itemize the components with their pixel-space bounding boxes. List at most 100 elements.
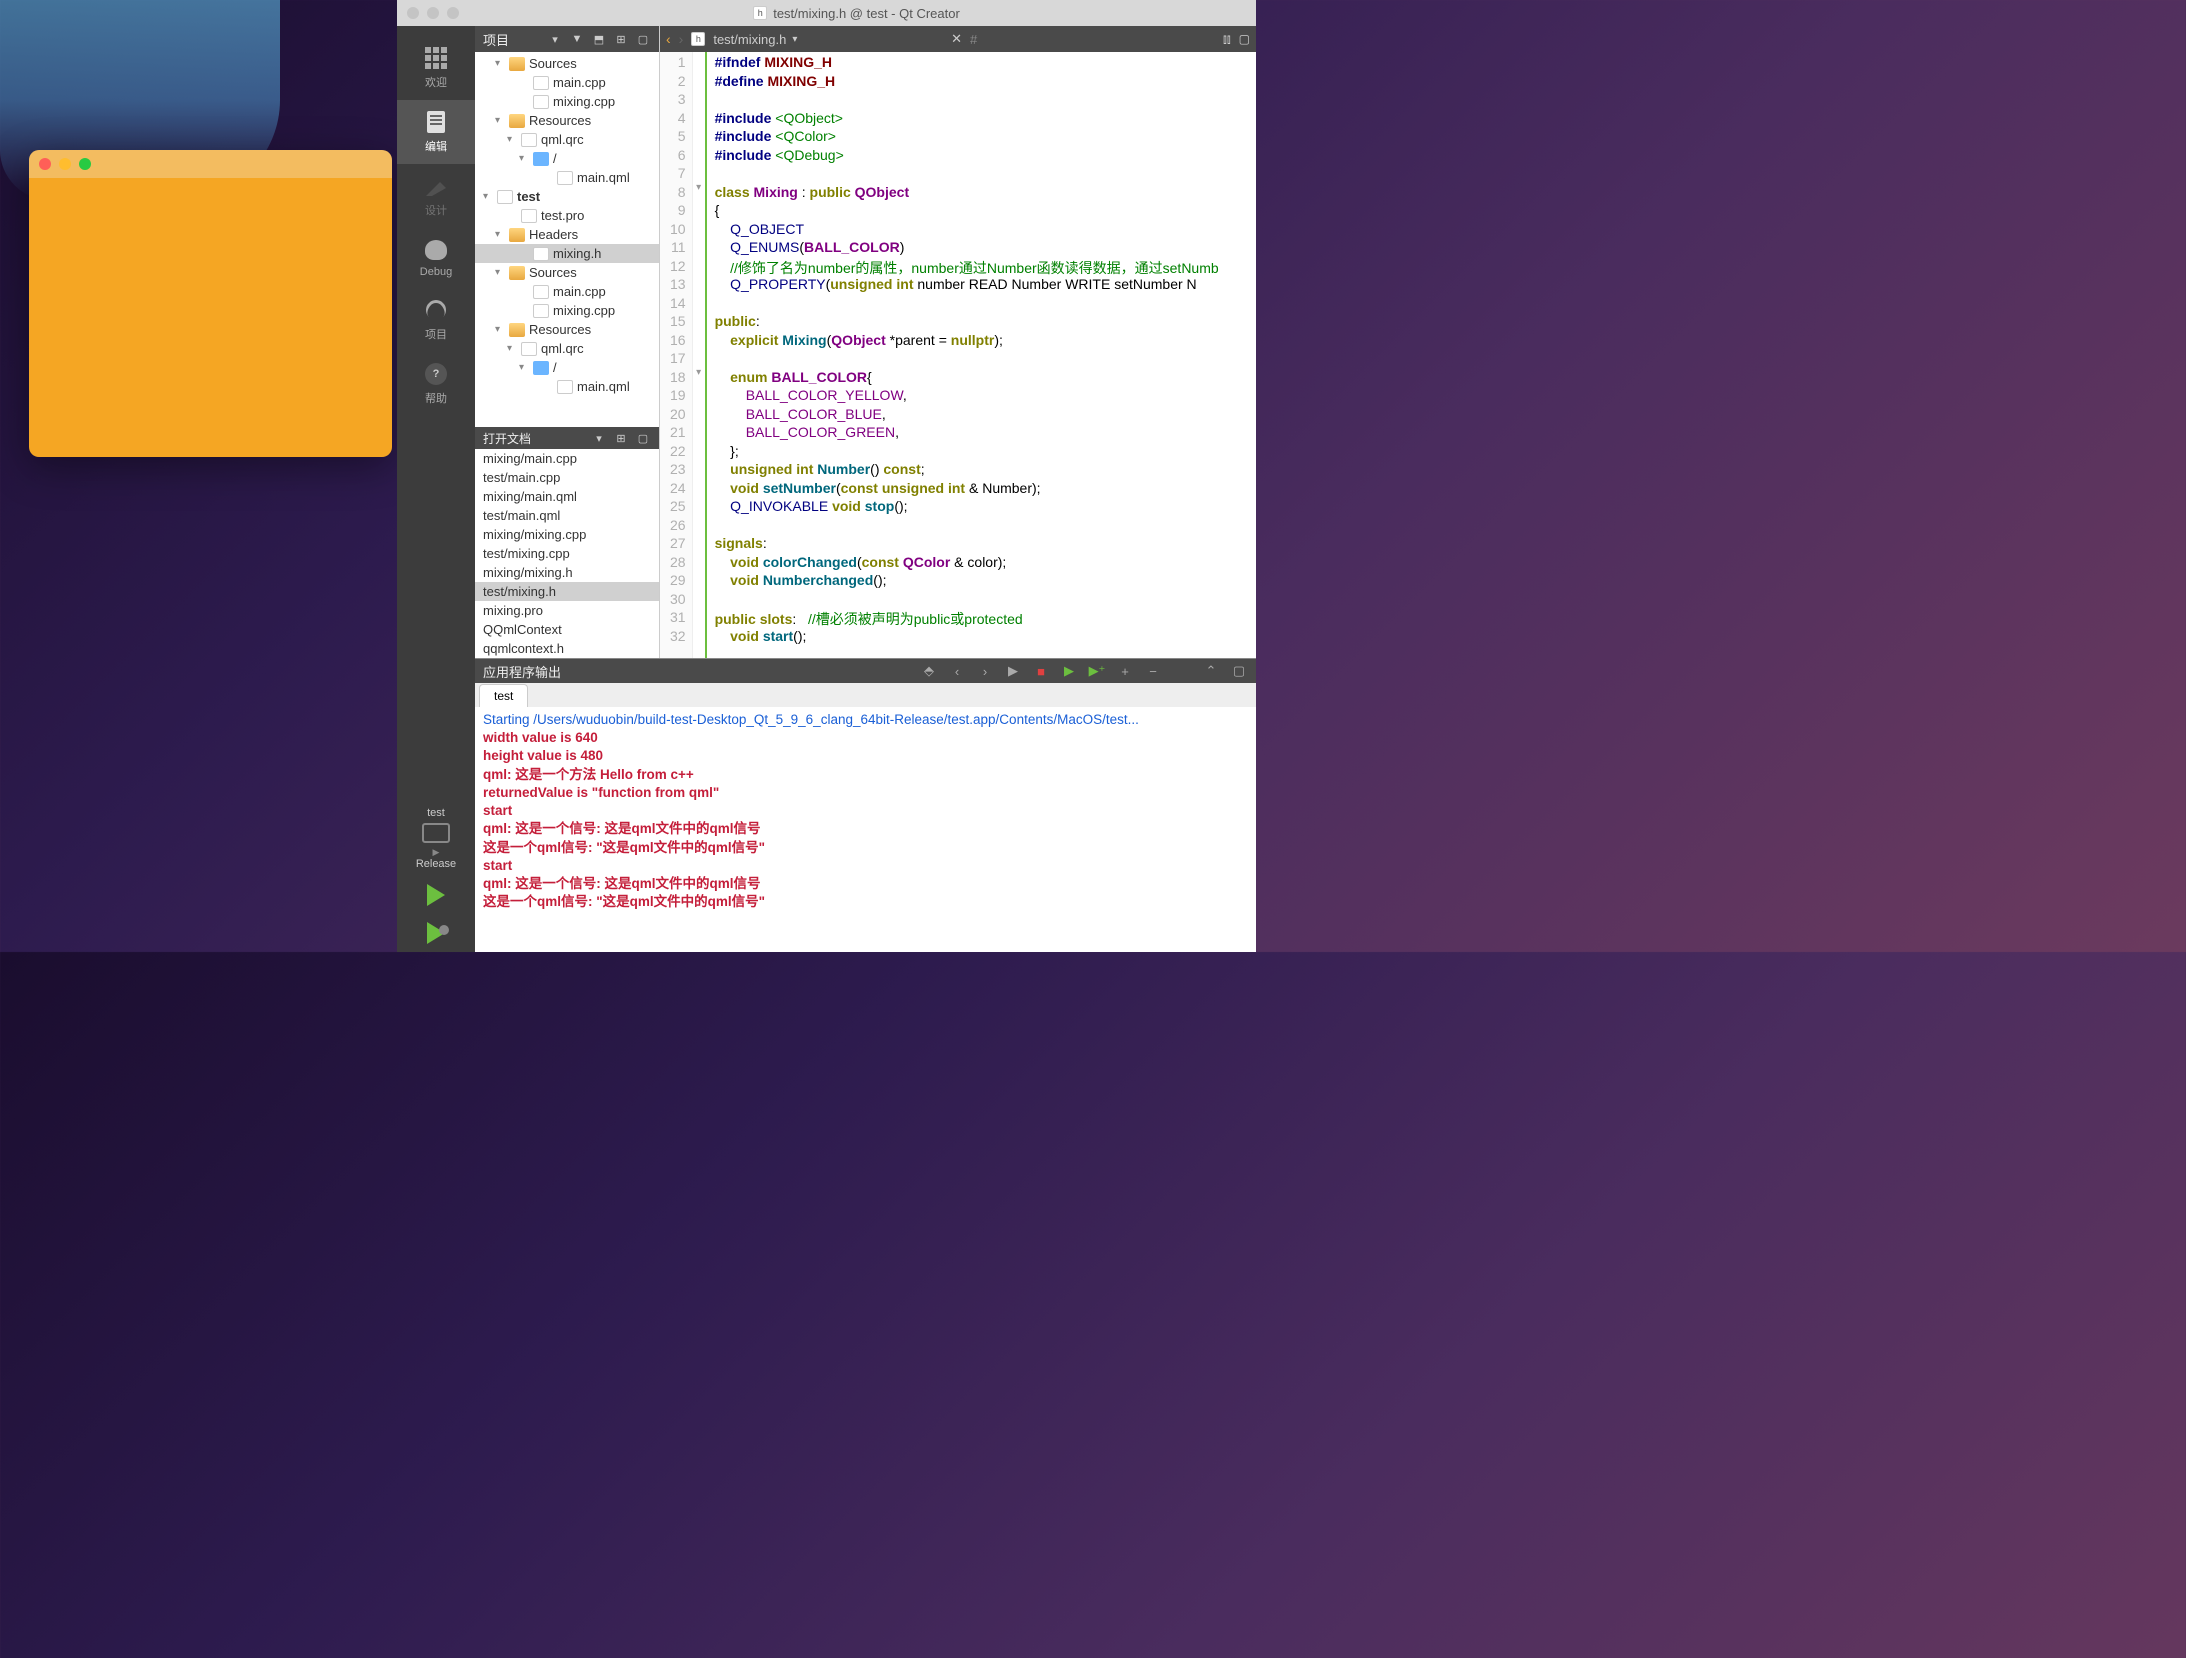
minimize-icon[interactable] xyxy=(427,7,439,19)
output-tabs: test xyxy=(475,683,1256,707)
tree-item[interactable]: ▾Sources xyxy=(475,263,659,282)
run-debug-icon[interactable]: ▶⁺ xyxy=(1088,662,1106,680)
tree-item[interactable]: ▾Resources xyxy=(475,111,659,130)
pin-icon[interactable]: ⬘ xyxy=(920,662,938,680)
open-doc-item[interactable]: mixing/main.qml xyxy=(475,487,659,506)
tree-item[interactable]: mixing.h xyxy=(475,244,659,263)
open-doc-item[interactable]: mixing/main.cpp xyxy=(475,449,659,468)
close-split-icon[interactable]: ▢ xyxy=(1239,32,1250,46)
nav-forward-icon[interactable]: › xyxy=(679,31,684,47)
zoom-icon[interactable] xyxy=(79,158,91,170)
tree-item[interactable]: mixing.cpp xyxy=(475,92,659,111)
mode-label: 帮助 xyxy=(425,390,447,406)
run-button[interactable] xyxy=(427,876,445,914)
remove-icon[interactable]: − xyxy=(1144,662,1162,680)
kit-name: test xyxy=(416,807,456,819)
open-doc-item[interactable]: mixing/mixing.h xyxy=(475,563,659,582)
output-pane: 应用程序输出 ⬘ ‹ › ▶ ■ ▶ ▶⁺ + − ⌃ ▢ test xyxy=(475,658,1256,952)
mode-design[interactable]: 设计 xyxy=(397,164,475,228)
split-icon[interactable]: ⊞ xyxy=(613,430,629,446)
tree-item[interactable]: ▾Headers xyxy=(475,225,659,244)
maximize-icon[interactable]: ▢ xyxy=(1230,662,1248,680)
stop-icon[interactable]: ■ xyxy=(1032,662,1050,680)
nav-back-icon[interactable]: ‹ xyxy=(666,31,671,47)
close-icon[interactable] xyxy=(407,7,419,19)
tree-item[interactable]: ▾/ xyxy=(475,358,659,377)
document-icon xyxy=(427,111,445,133)
tree-item[interactable]: main.cpp xyxy=(475,73,659,92)
filter-icon[interactable]: ▼ xyxy=(569,31,585,47)
tree-item[interactable]: mixing.cpp xyxy=(475,301,659,320)
open-doc-item[interactable]: QQmlContext xyxy=(475,620,659,639)
mode-label: 欢迎 xyxy=(425,74,447,90)
project-tree[interactable]: ▾Sourcesmain.cppmixing.cpp▾Resources▾qml… xyxy=(475,52,659,427)
symbol-selector[interactable]: # xyxy=(970,32,977,47)
kit-selector[interactable]: test ▶ Release xyxy=(416,801,456,876)
close-panel-icon[interactable]: ▢ xyxy=(635,31,651,47)
open-doc-item[interactable]: test/mixing.cpp xyxy=(475,544,659,563)
mode-label: 编辑 xyxy=(425,138,447,154)
zoom-icon[interactable] xyxy=(447,7,459,19)
project-panel: 项目 ▾ ▼ ⬒ ⊞ ▢ ▾Sourcesmain.cppmixing.cpp▾… xyxy=(475,26,660,658)
mode-help[interactable]: ? 帮助 xyxy=(397,352,475,416)
close-panel-icon[interactable]: ▢ xyxy=(635,430,651,446)
debug-run-button[interactable] xyxy=(427,914,445,952)
add-icon[interactable]: + xyxy=(1116,662,1134,680)
open-docs-title: 打开文档 xyxy=(483,430,531,447)
window-title: h test/mixing.h @ test - Qt Creator xyxy=(467,6,1246,21)
help-icon: ? xyxy=(425,363,447,385)
collapse-icon[interactable]: ⌃ xyxy=(1202,662,1220,680)
code-content[interactable]: #ifndef MIXING_H#define MIXING_H#include… xyxy=(707,52,1227,658)
mode-label: Debug xyxy=(420,266,452,278)
tree-item[interactable]: ▾qml.qrc xyxy=(475,339,659,358)
output-body[interactable]: Starting /Users/wuduobin/build-test-Desk… xyxy=(475,707,1256,952)
run-icon[interactable]: ▶ xyxy=(1060,662,1078,680)
mode-welcome[interactable]: 欢迎 xyxy=(397,36,475,100)
tree-item[interactable]: ▾Resources xyxy=(475,320,659,339)
play-bug-icon xyxy=(427,922,445,944)
open-doc-item[interactable]: test/main.cpp xyxy=(475,468,659,487)
editor-area: ‹ › h test/mixing.h ▾ ✕ # ⫾⫾ ▢ xyxy=(660,26,1256,658)
file-path-selector[interactable]: test/mixing.h ▾ xyxy=(713,32,943,47)
tree-item[interactable]: ▾test xyxy=(475,187,659,206)
minimize-icon[interactable] xyxy=(59,158,71,170)
mode-debug[interactable]: Debug xyxy=(397,228,475,288)
mode-label: 设计 xyxy=(425,202,447,218)
rerun-icon[interactable]: ▶ xyxy=(1004,662,1022,680)
tree-item[interactable]: main.cpp xyxy=(475,282,659,301)
link-icon[interactable]: ⬒ xyxy=(591,31,607,47)
mode-project[interactable]: 项目 xyxy=(397,288,475,352)
tree-item[interactable]: test.pro xyxy=(475,206,659,225)
project-panel-title: 项目 xyxy=(483,30,509,49)
close-icon[interactable] xyxy=(39,158,51,170)
tree-item[interactable]: ▾Sources xyxy=(475,54,659,73)
code-editor[interactable]: 1234567891011121314151617181920212223242… xyxy=(660,52,1256,658)
mode-bar: 欢迎 编辑 设计 Debug 项目 ? 帮助 xyxy=(397,26,475,952)
open-doc-item[interactable]: test/mixing.h xyxy=(475,582,659,601)
split-icon[interactable]: ⊞ xyxy=(613,31,629,47)
qtc-titlebar[interactable]: h test/mixing.h @ test - Qt Creator xyxy=(397,0,1256,26)
window-title-text: test/mixing.h @ test - Qt Creator xyxy=(773,6,960,21)
pencil-icon xyxy=(426,176,446,196)
prev-icon[interactable]: ‹ xyxy=(948,662,966,680)
app-titlebar[interactable] xyxy=(29,150,392,178)
close-file-icon[interactable]: ✕ xyxy=(951,31,962,47)
mode-label: 项目 xyxy=(425,326,447,342)
split-editor-icon[interactable]: ⫾⫾ xyxy=(1223,32,1231,47)
open-docs-list[interactable]: mixing/main.cpptest/main.cppmixing/main.… xyxy=(475,449,659,658)
next-icon[interactable]: › xyxy=(976,662,994,680)
header-file-icon: h xyxy=(691,32,705,46)
tree-item[interactable]: main.qml xyxy=(475,377,659,396)
tree-item[interactable]: ▾/ xyxy=(475,149,659,168)
tree-item[interactable]: ▾qml.qrc xyxy=(475,130,659,149)
open-doc-item[interactable]: test/main.qml xyxy=(475,506,659,525)
open-doc-item[interactable]: mixing/mixing.cpp xyxy=(475,525,659,544)
output-tab[interactable]: test xyxy=(479,684,528,707)
open-doc-item[interactable]: qqmlcontext.h xyxy=(475,639,659,658)
dropdown-icon[interactable]: ▾ xyxy=(547,31,563,47)
dropdown-icon[interactable]: ▾ xyxy=(591,430,607,446)
mode-edit[interactable]: 编辑 xyxy=(397,100,475,164)
open-doc-item[interactable]: mixing.pro xyxy=(475,601,659,620)
tree-item[interactable]: main.qml xyxy=(475,168,659,187)
fold-column[interactable]: ▾▾ xyxy=(693,52,707,658)
